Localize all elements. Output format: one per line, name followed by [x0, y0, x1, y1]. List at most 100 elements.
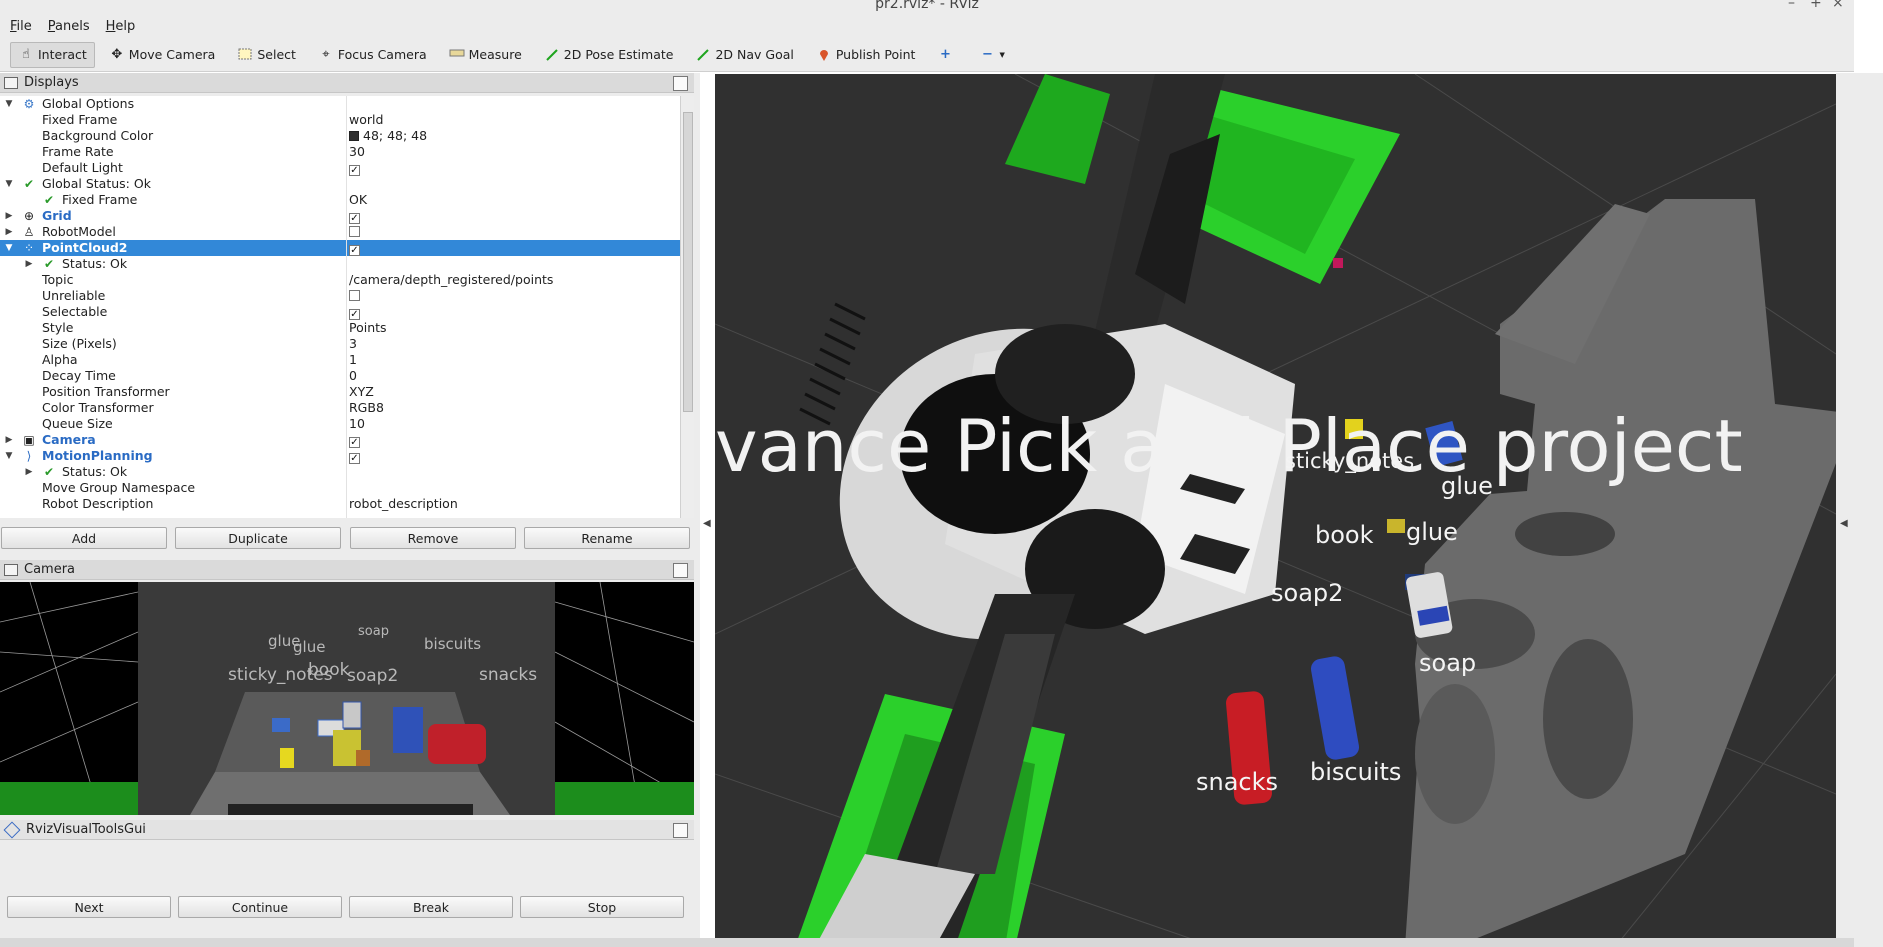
decay-time-value[interactable]: 0 — [349, 368, 357, 384]
add-button[interactable]: Add — [1, 527, 167, 549]
camera-checkbox[interactable]: ✓ — [349, 437, 360, 448]
monitor-icon — [4, 76, 18, 89]
menu-help[interactable]: Help — [98, 19, 144, 34]
continue-button[interactable]: Continue — [178, 896, 342, 918]
measure-tool[interactable]: Measure — [441, 42, 530, 68]
remove-button[interactable]: Remove — [350, 527, 516, 549]
scrollbar-thumb[interactable] — [683, 112, 693, 412]
robotmodel-checkbox[interactable] — [349, 226, 360, 237]
tree-row-fixed-frame-status[interactable]: ✔ Fixed Frame OK — [0, 192, 680, 208]
add-tool-button[interactable]: + — [929, 42, 965, 68]
minus-icon: − — [981, 46, 993, 62]
tree-row-motionplanning-status[interactable]: ▶ ✔ Status: Ok — [0, 464, 680, 480]
queue-size-value[interactable]: 10 — [349, 416, 365, 432]
robot-description-value[interactable]: robot_description — [349, 496, 458, 512]
background-color-value[interactable]: 48; 48; 48 — [349, 128, 427, 144]
robot-icon: ♙ — [23, 225, 35, 239]
tree-row-pointcloud2[interactable]: ▼ ⁘ PointCloud2 ✓ — [0, 240, 680, 256]
displays-scrollbar[interactable] — [680, 96, 694, 518]
plus-icon: + — [939, 46, 951, 62]
maximize-button[interactable]: + — [1810, 0, 1822, 11]
interact-label: Interact — [38, 47, 87, 62]
tree-row-frame-rate[interactable]: Frame Rate 30 — [0, 144, 680, 160]
displays-tree[interactable]: ▼ ⚙ Global Options Fixed Frame world Backgr… — [0, 96, 680, 518]
default-light-checkbox[interactable]: ✓ — [349, 165, 360, 176]
tree-row-default-light[interactable]: Default Light ✓ — [0, 160, 680, 176]
tree-row-robotmodel[interactable]: ▶ ♙ RobotModel — [0, 224, 680, 240]
fixed-frame-value[interactable]: world — [349, 112, 383, 128]
tree-row-queue-size[interactable]: Queue Size 10 — [0, 416, 680, 432]
frame-rate-value[interactable]: 30 — [349, 144, 365, 160]
menu-file[interactable]: File — [2, 19, 40, 34]
tree-row-style[interactable]: Style Points — [0, 320, 680, 336]
tree-row-background-color[interactable]: Background Color 48; 48; 48 — [0, 128, 680, 144]
tree-row-motionplanning[interactable]: ▼ ⟩ MotionPlanning ✓ — [0, 448, 680, 464]
camera-view[interactable]: glue glue soap biscuits sticky_notes boo… — [0, 582, 694, 815]
rviz-visual-tools-undock-button[interactable] — [673, 823, 688, 838]
right-dock-strip: ◀ — [1836, 73, 1883, 947]
collapse-left-icon[interactable]: ◀ — [703, 518, 711, 529]
tree-row-unreliable[interactable]: Unreliable — [0, 288, 680, 304]
tree-row-camera[interactable]: ▶ ▣ Camera ✓ — [0, 432, 680, 448]
tree-row-global-options[interactable]: ▼ ⚙ Global Options — [0, 96, 680, 112]
pose-estimate-tool[interactable]: 2D Pose Estimate — [536, 42, 682, 68]
camera-panel-title: Camera — [24, 562, 76, 577]
nav-goal-tool[interactable]: 2D Nav Goal — [687, 42, 801, 68]
focus-camera-tool[interactable]: ⌖ Focus Camera — [310, 42, 435, 68]
camera-label-snacks: snacks — [479, 665, 538, 685]
pointcloud2-checkbox[interactable]: ✓ — [349, 245, 360, 256]
rviz-visual-tools-header: RvizVisualToolsGui — [0, 820, 694, 840]
tree-row-fixed-frame[interactable]: Fixed Frame world — [0, 112, 680, 128]
minimize-button[interactable]: – — [1788, 0, 1795, 11]
crosshair-icon: ⌖ — [322, 46, 330, 62]
move-camera-tool[interactable]: ✥ Move Camera — [101, 42, 224, 68]
tree-row-move-group-namespace[interactable]: Move Group Namespace — [0, 480, 680, 496]
unreliable-checkbox[interactable] — [349, 290, 360, 301]
break-button[interactable]: Break — [349, 896, 513, 918]
tree-row-color-transformer[interactable]: Color Transformer RGB8 — [0, 400, 680, 416]
interact-tool[interactable]: ☝ Interact — [10, 41, 95, 68]
color-swatch — [349, 131, 359, 141]
publish-point-tool[interactable]: Publish Point — [808, 42, 924, 68]
tree-row-global-status[interactable]: ▼ ✔ Global Status: Ok — [0, 176, 680, 192]
tree-row-position-transformer[interactable]: Position Transformer XYZ — [0, 384, 680, 400]
camera-label-soap: soap — [358, 624, 389, 639]
close-button[interactable]: × — [1832, 0, 1844, 11]
pose-estimate-label: 2D Pose Estimate — [563, 47, 674, 62]
alpha-value[interactable]: 1 — [349, 352, 357, 368]
viewport-label-snacks: snacks — [1196, 768, 1279, 796]
tree-row-decay-time[interactable]: Decay Time 0 — [0, 368, 680, 384]
color-transformer-value[interactable]: RGB8 — [349, 400, 384, 416]
tree-row-topic[interactable]: Topic/camera/depth_registered/points — [0, 272, 680, 288]
stop-button[interactable]: Stop — [520, 896, 684, 918]
check-icon: ✔ — [43, 193, 55, 207]
menu-panels[interactable]: Panels — [40, 19, 98, 34]
check-icon: ✔ — [43, 465, 55, 479]
undock-button[interactable] — [673, 76, 688, 91]
collapse-right-icon[interactable]: ◀ — [1840, 518, 1848, 529]
tree-row-selectable[interactable]: Selectable ✓ — [0, 304, 680, 320]
next-button[interactable]: Next — [7, 896, 171, 918]
grid-checkbox[interactable]: ✓ — [349, 213, 360, 224]
tree-row-robot-description[interactable]: Robot Description robot_description — [0, 496, 680, 512]
tree-row-size[interactable]: Size (Pixels) 3 — [0, 336, 680, 352]
select-tool[interactable]: Select — [229, 42, 304, 68]
3d-viewport[interactable]: vance Pick and Place project sticky_note… — [715, 74, 1836, 947]
duplicate-button[interactable]: Duplicate — [175, 527, 341, 549]
tree-row-grid[interactable]: ▶ ⊕ Grid ✓ — [0, 208, 680, 224]
style-value[interactable]: Points — [349, 320, 387, 336]
motionplanning-checkbox[interactable]: ✓ — [349, 453, 360, 464]
rename-button[interactable]: Rename — [524, 527, 690, 549]
size-value[interactable]: 3 — [349, 336, 357, 352]
tree-row-alpha[interactable]: Alpha 1 — [0, 352, 680, 368]
position-transformer-value[interactable]: XYZ — [349, 384, 374, 400]
camera-icon: ▣ — [23, 433, 35, 447]
remove-tool-button[interactable]: − ▼ — [971, 42, 1012, 68]
tree-row-pointcloud-status[interactable]: ▶ ✔ Status: Ok — [0, 256, 680, 272]
dropdown-arrow-icon: ▼ — [999, 50, 1005, 59]
select-box-icon — [237, 48, 253, 62]
camera-label-glue-2: glue — [293, 638, 326, 656]
camera-undock-button[interactable] — [673, 563, 688, 578]
selectable-checkbox[interactable]: ✓ — [349, 309, 360, 320]
topic-value[interactable]: /camera/depth_registered/points — [349, 272, 553, 288]
